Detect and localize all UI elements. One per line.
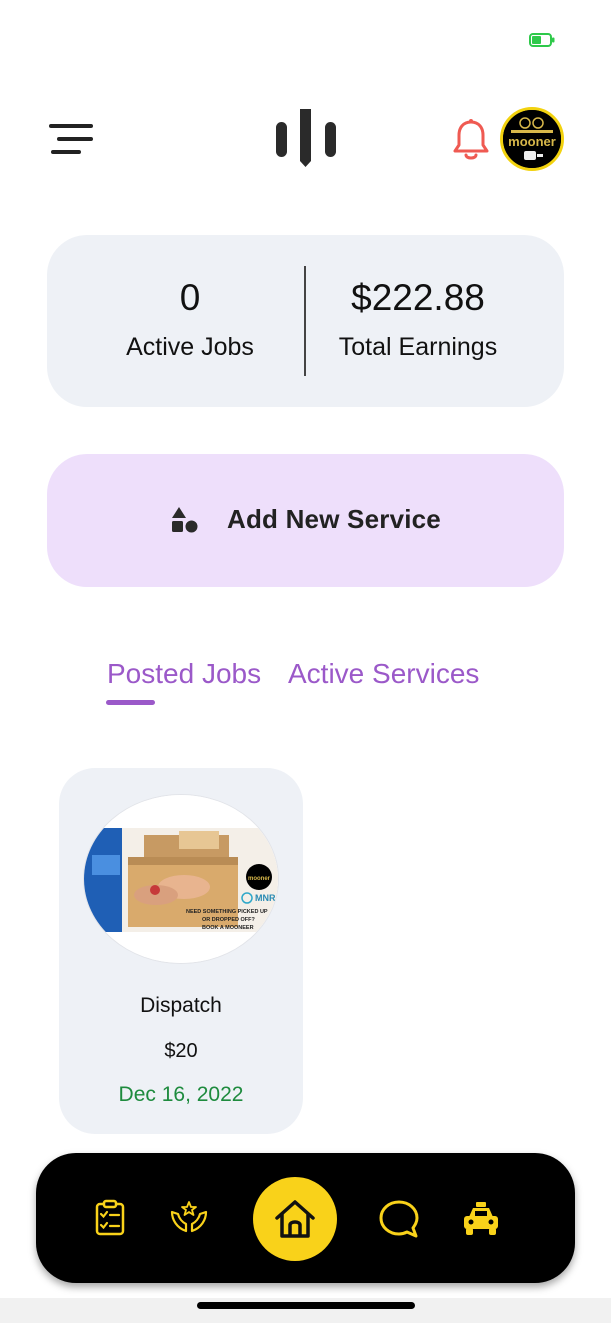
svg-text:mooner: mooner xyxy=(508,134,556,149)
taxi-icon[interactable] xyxy=(460,1198,500,1238)
home-indicator[interactable] xyxy=(197,1302,415,1309)
stats-card: 0 Active Jobs $222.88 Total Earnings xyxy=(47,235,564,407)
total-earnings-value: $222.88 xyxy=(351,277,485,318)
job-date: Dec 16, 2022 xyxy=(118,1083,244,1106)
image-caption-line-3: BOOK A MOONEER xyxy=(202,925,254,931)
bottom-navigation-bar xyxy=(36,1153,575,1283)
image-caption-line-2: OR DROPPED OFF? xyxy=(202,917,256,923)
total-earnings-label: Total Earnings xyxy=(338,333,498,361)
job-price: $20 xyxy=(164,1040,198,1062)
active-jobs-stat: 0 Active Jobs xyxy=(65,273,315,362)
hamburger-menu-icon[interactable] xyxy=(47,121,97,157)
job-title: Dispatch xyxy=(140,994,222,1017)
tab-bar: Posted Jobs Active Services xyxy=(0,658,611,708)
job-thumbnail-image: mooner MNR NEED SOMETHING PICKED UP OR D… xyxy=(83,794,279,964)
active-jobs-label: Active Jobs xyxy=(126,333,254,361)
chat-bubble-icon[interactable] xyxy=(378,1198,419,1238)
top-app-bar: mooner xyxy=(0,105,611,175)
image-mnr-text: MNR xyxy=(255,893,276,903)
brand-logo xyxy=(273,105,339,171)
tab-posted-jobs[interactable]: Posted Jobs xyxy=(107,658,261,690)
home-button[interactable] xyxy=(253,1177,337,1261)
home-icon xyxy=(275,1200,315,1238)
clipboard-checklist-icon[interactable] xyxy=(90,1198,130,1238)
job-card[interactable]: mooner MNR NEED SOMETHING PICKED UP OR D… xyxy=(59,768,303,1134)
image-caption-line-1: NEED SOMETHING PICKED UP xyxy=(186,909,268,915)
battery-icon xyxy=(529,33,556,47)
tab-selected-indicator xyxy=(106,700,155,705)
shapes-icon xyxy=(171,506,199,534)
bell-icon[interactable] xyxy=(452,118,490,162)
avatar[interactable]: mooner xyxy=(500,107,564,171)
active-jobs-count: 0 xyxy=(179,277,201,318)
tab-active-services[interactable]: Active Services xyxy=(288,658,479,690)
total-earnings-stat: $222.88 Total Earnings xyxy=(293,273,543,362)
image-brand-text: mooner xyxy=(248,876,271,882)
hands-star-icon[interactable] xyxy=(169,1198,209,1238)
add-new-service-button[interactable]: Add New Service xyxy=(47,454,564,587)
add-new-service-label: Add New Service xyxy=(227,504,441,534)
